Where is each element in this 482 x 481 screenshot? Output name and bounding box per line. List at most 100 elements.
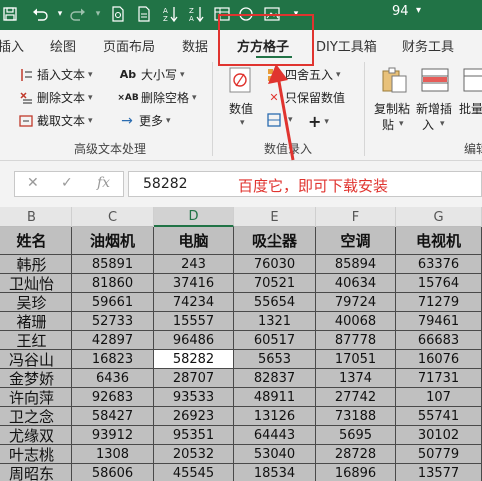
confirm-icon[interactable]: ✓ (61, 175, 73, 191)
cell-e[interactable]: 53040 (234, 445, 316, 464)
cancel-icon[interactable]: ✕ (27, 175, 39, 191)
fill-button[interactable]: ▾ (266, 112, 293, 128)
new-insert-label[interactable]: 新增插 (416, 100, 452, 117)
keep-numbers-button[interactable]: ✕ 只保留数值 (266, 89, 345, 106)
cell-g[interactable]: 13577 (396, 464, 482, 481)
tab-draw[interactable]: 绘图 (50, 36, 76, 55)
redo-icon[interactable] (68, 4, 88, 24)
cell-b[interactable]: 尤缘双 (0, 426, 72, 445)
header-cell-d[interactable]: 电脑 (154, 227, 234, 255)
cell-b[interactable]: 王红 (0, 331, 72, 350)
cell-b[interactable]: 金梦娇 (0, 369, 72, 388)
undo-dropdown-icon[interactable]: ▾ (50, 4, 70, 24)
cell-c[interactable]: 93912 (72, 426, 154, 445)
cell-e[interactable]: 70521 (234, 274, 316, 293)
undo-icon[interactable] (30, 4, 50, 24)
new-document-icon[interactable] (134, 4, 154, 24)
cell-c[interactable]: 42897 (72, 331, 154, 350)
cell-d[interactable]: 74234 (154, 293, 234, 312)
cell-f[interactable]: 5695 (316, 426, 396, 445)
cell-c[interactable]: 59661 (72, 293, 154, 312)
cell-g[interactable]: 79461 (396, 312, 482, 331)
sort-za-icon[interactable]: ZA (186, 4, 206, 24)
cell-b[interactable]: 卫之念 (0, 407, 72, 426)
tab-data[interactable]: 数据 (182, 36, 208, 55)
delete-text-button[interactable]: 删除文本 ▾ (18, 89, 93, 106)
print-preview-icon[interactable] (108, 4, 128, 24)
cell-g[interactable]: 71279 (396, 293, 482, 312)
cell-b[interactable]: 吴珍 (0, 293, 72, 312)
header-cell-g[interactable]: 电视机 (396, 227, 482, 255)
cell-b[interactable]: 叶志桃 (0, 445, 72, 464)
cell-e[interactable]: 64443 (234, 426, 316, 445)
round-button[interactable]: 四舍五入 ▾ (266, 66, 341, 83)
cell-f[interactable]: 79724 (316, 293, 396, 312)
cell-g[interactable]: 63376 (396, 255, 482, 274)
cell-d[interactable]: 28707 (154, 369, 234, 388)
batch-label[interactable]: 批量 (459, 100, 482, 117)
cell-f[interactable]: 85894 (316, 255, 396, 274)
cell-e[interactable]: 76030 (234, 255, 316, 274)
copy-paste-label-2[interactable]: 贴 (382, 116, 394, 133)
cell-d[interactable]: 96486 (154, 331, 234, 350)
number-value-label[interactable]: 数值 (229, 100, 253, 117)
cell-c[interactable]: 16823 (72, 350, 154, 369)
batch-icon[interactable] (462, 66, 482, 94)
number-value-icon[interactable] (228, 66, 254, 96)
column-header-g[interactable]: G (396, 207, 482, 227)
zoom-dropdown-icon[interactable]: ▾ (416, 5, 421, 16)
function-icon[interactable]: fx (97, 175, 110, 191)
delete-space-button[interactable]: ×AB 删除空格 ▾ (117, 89, 196, 106)
more-button[interactable]: → 更多 ▾ (118, 112, 170, 129)
cell-c[interactable]: 58427 (72, 407, 154, 426)
case-button[interactable]: Ab 大小写 ▾ (118, 66, 185, 83)
cell-d[interactable]: 15557 (154, 312, 234, 331)
cell-f[interactable]: 1374 (316, 369, 396, 388)
extract-text-button[interactable]: 截取文本 ▾ (18, 112, 93, 129)
cell-c[interactable]: 58606 (72, 464, 154, 481)
cell-b[interactable]: 卫灿怡 (0, 274, 72, 293)
cell-d[interactable]: 95351 (154, 426, 234, 445)
chevron-down-icon[interactable]: ▾ (240, 118, 245, 128)
cell-f[interactable]: 40634 (316, 274, 396, 293)
cell-c[interactable]: 81860 (72, 274, 154, 293)
cell-f[interactable]: 27742 (316, 388, 396, 407)
cell-e[interactable]: 55654 (234, 293, 316, 312)
new-insert-label-2[interactable]: 入 (422, 116, 434, 133)
cell-g[interactable]: 50779 (396, 445, 482, 464)
cell-c[interactable]: 85891 (72, 255, 154, 274)
cell-f[interactable]: 40068 (316, 312, 396, 331)
cell-g[interactable]: 66683 (396, 331, 482, 350)
column-header-c[interactable]: C (72, 207, 154, 227)
column-header-f[interactable]: F (316, 207, 396, 227)
save-icon[interactable] (0, 4, 20, 24)
cell-g[interactable]: 15764 (396, 274, 482, 293)
sort-az-icon[interactable]: AZ (160, 4, 180, 24)
cell-c[interactable]: 52733 (72, 312, 154, 331)
cell-g[interactable]: 107 (396, 388, 482, 407)
cell-e[interactable]: 13126 (234, 407, 316, 426)
column-header-d[interactable]: D (154, 207, 234, 227)
cell-c[interactable]: 1308 (72, 445, 154, 464)
new-insert-icon[interactable] (420, 66, 450, 94)
cell-d[interactable]: 93533 (154, 388, 234, 407)
cell-e[interactable]: 1321 (234, 312, 316, 331)
insert-text-button[interactable]: 插入文本 ▾ (18, 66, 93, 83)
redo-dropdown-icon[interactable]: ▾ (88, 4, 108, 24)
cell-b[interactable]: 褚珊 (0, 312, 72, 331)
tab-insert[interactable]: 插入 (0, 36, 24, 55)
tab-diy-toolbox[interactable]: DIY工具箱 (316, 36, 377, 55)
cell-b[interactable]: 韩彤 (0, 255, 72, 274)
cell-g[interactable]: 71731 (396, 369, 482, 388)
header-cell-b[interactable]: 姓名 (0, 227, 72, 255)
cell-b[interactable]: 周昭东 (0, 464, 72, 481)
cell-f[interactable]: 17051 (316, 350, 396, 369)
cell-f[interactable]: 16896 (316, 464, 396, 481)
cell-b[interactable]: 冯谷山 (0, 350, 72, 369)
copy-paste-icon[interactable] (380, 66, 408, 94)
tab-page-layout[interactable]: 页面布局 (103, 36, 155, 55)
cell-f[interactable]: 87778 (316, 331, 396, 350)
tab-finance-tools[interactable]: 财务工具 (402, 36, 454, 55)
cell-b[interactable]: 许向萍 (0, 388, 72, 407)
zoom-level[interactable]: 94 (392, 4, 409, 19)
